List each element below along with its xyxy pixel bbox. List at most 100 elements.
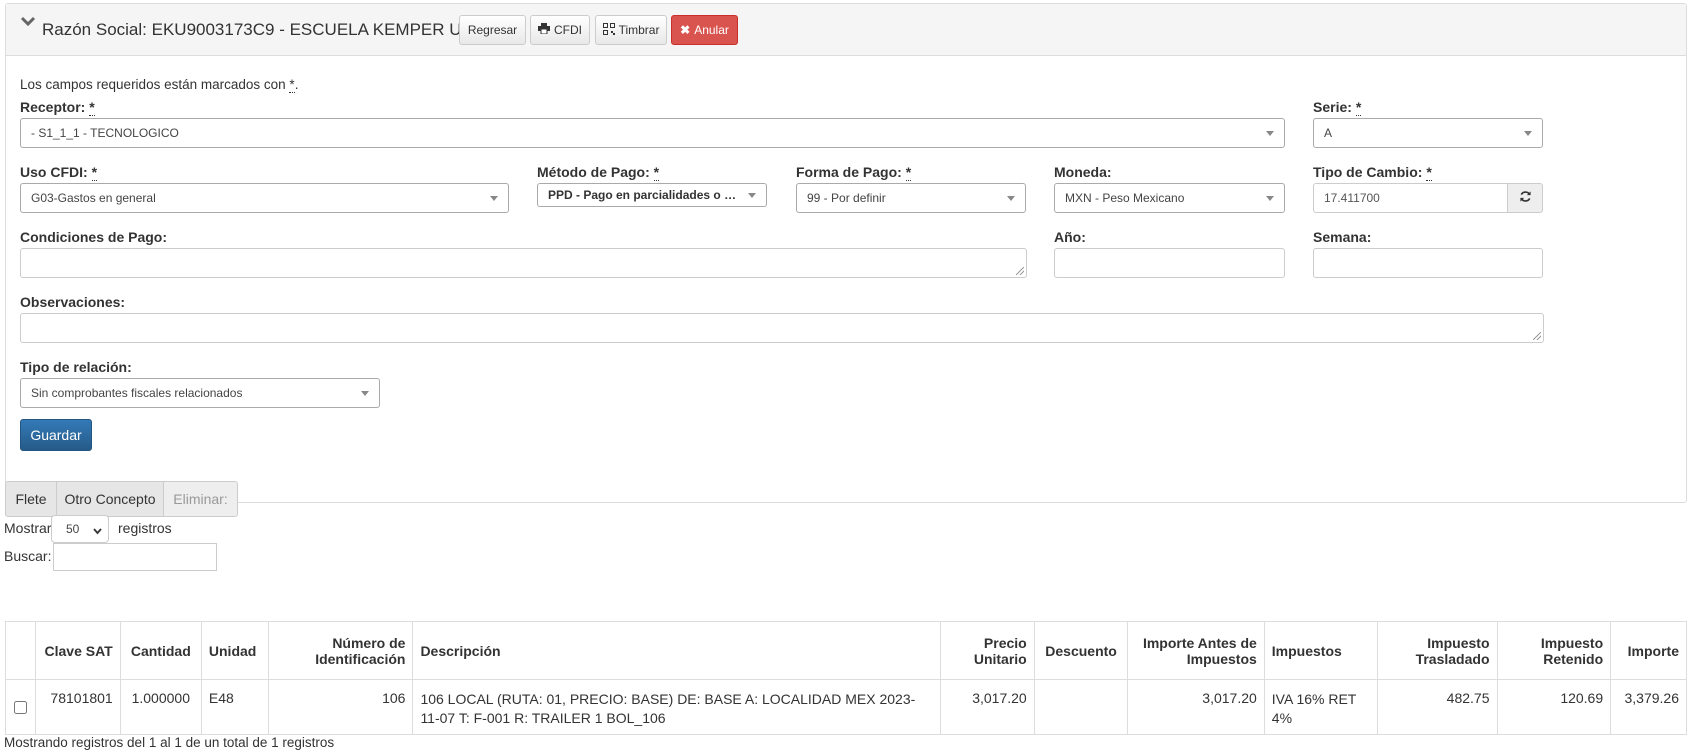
tipo-relacion-label: Tipo de relación:: [20, 359, 132, 375]
tipo-relacion-select[interactable]: Sin comprobantes fiscales relacionados: [20, 378, 380, 408]
table-row[interactable]: 78101801 1.000000 E48 106 106 LOCAL (RUT…: [5, 679, 1687, 735]
page-size-select[interactable]: 50: [51, 515, 109, 543]
print-icon: [538, 23, 550, 37]
receptor-label: Receptor: *: [20, 99, 95, 116]
cell-precio-unitario: 3,017.20: [940, 679, 1035, 735]
required-note-text: Los campos requeridos están marcados con: [20, 77, 286, 92]
tipo-cambio-input[interactable]: 17.411700: [1313, 183, 1508, 213]
timbrar-button[interactable]: Timbrar: [595, 15, 667, 45]
refresh-rate-button[interactable]: [1507, 183, 1543, 213]
panel-title: Razón Social: EKU9003173C9 - ESCUELA KEM…: [42, 20, 519, 39]
metodo-pago-value: PPD - Pago en parcialidades o diferido: [548, 188, 740, 202]
page-size-value: 50: [66, 522, 80, 536]
search-label: Buscar:: [4, 548, 52, 564]
uso-cfdi-value: G03-Gastos en general: [31, 191, 156, 205]
header-cantidad[interactable]: Cantidad: [120, 621, 202, 680]
cell-descuento: [1034, 679, 1129, 735]
anio-input[interactable]: [1054, 248, 1285, 278]
cell-importe: 3,379.26: [1610, 679, 1687, 735]
semana-input[interactable]: [1313, 248, 1543, 278]
show-suffix: registros: [118, 520, 172, 536]
chevron-down-icon[interactable]: [20, 16, 36, 30]
close-icon: ✖: [680, 23, 691, 37]
condiciones-pago-textarea[interactable]: [20, 248, 1027, 278]
header-impuesto-trasladado[interactable]: Impuesto Trasladado: [1377, 621, 1498, 680]
refresh-icon: [1519, 190, 1532, 206]
chevron-down-icon: [1266, 131, 1274, 136]
serie-select[interactable]: A: [1313, 118, 1543, 148]
forma-pago-value: 99 - Por definir: [807, 191, 886, 205]
cell-clave-sat: 78101801: [35, 679, 121, 735]
otro-concepto-button[interactable]: Otro Concepto: [56, 481, 164, 517]
metodo-pago-label: Método de Pago: *: [537, 164, 660, 181]
header-descuento[interactable]: Descuento: [1034, 621, 1129, 680]
condiciones-pago-label: Condiciones de Pago:: [20, 229, 168, 245]
header-unidad[interactable]: Unidad: [201, 621, 270, 680]
resize-handle[interactable]: [1016, 267, 1024, 275]
header-importe[interactable]: Importe: [1610, 621, 1687, 680]
resize-handle[interactable]: [1533, 332, 1541, 340]
metodo-pago-select[interactable]: PPD - Pago en parcialidades o diferido: [537, 183, 767, 207]
cell-impuesto-retenido: 120.69: [1497, 679, 1612, 735]
row-checkbox-cell: [5, 679, 37, 735]
save-label: Guardar: [30, 427, 82, 443]
chevron-down-icon: [1524, 131, 1532, 136]
cell-impuesto-trasladado: 482.75: [1377, 679, 1498, 735]
regresar-label: Regresar: [467, 23, 518, 37]
header-impuesto-retenido[interactable]: Impuesto Retenido: [1497, 621, 1612, 680]
save-button[interactable]: Guardar: [20, 419, 92, 451]
chevron-down-icon: [1266, 196, 1274, 201]
chevron-down-icon: [490, 196, 498, 201]
eliminar-button[interactable]: Eliminar:: [163, 481, 238, 517]
required-note: Los campos requeridos están marcados con…: [20, 77, 299, 93]
observaciones-textarea[interactable]: [20, 313, 1544, 343]
table-info: Mostrando registros del 1 al 1 de un tot…: [4, 735, 335, 750]
select-all-header: [5, 621, 37, 680]
receptor-select[interactable]: - S1_1_1 - TECNOLOGICO: [20, 118, 1285, 148]
qrcode-icon: [602, 22, 615, 38]
receptor-value: - S1_1_1 - TECNOLOGICO: [31, 126, 179, 140]
moneda-select[interactable]: MXN - Peso Mexicano: [1054, 183, 1285, 213]
forma-pago-select[interactable]: 99 - Por definir: [796, 183, 1026, 213]
concepts-table: Clave SAT Cantidad Unidad Número de Iden…: [5, 621, 1687, 735]
cell-unidad: E48: [201, 679, 270, 735]
table-header-row: Clave SAT Cantidad Unidad Número de Iden…: [5, 621, 1687, 680]
row-checkbox[interactable]: [14, 701, 28, 714]
forma-pago-label: Forma de Pago: *: [796, 164, 912, 181]
header-importe-antes[interactable]: Importe Antes de Impuestos: [1127, 621, 1265, 680]
moneda-label: Moneda:: [1054, 164, 1112, 180]
show-prefix: Mostrar: [4, 520, 52, 536]
header-descripcion[interactable]: Descripción: [412, 621, 941, 680]
tipo-cambio-label: Tipo de Cambio: *: [1313, 164, 1432, 181]
moneda-value: MXN - Peso Mexicano: [1065, 191, 1185, 205]
cfdi-button[interactable]: CFDI: [530, 15, 590, 45]
cfdi-label: CFDI: [554, 23, 582, 37]
tipo-cambio-value: 17.411700: [1324, 191, 1380, 205]
header-numero-identificacion[interactable]: Número de Identificación: [268, 621, 414, 680]
anular-button[interactable]: ✖ Anular: [671, 15, 738, 45]
cell-cantidad: 1.000000: [120, 679, 202, 735]
header-clave-sat[interactable]: Clave SAT: [35, 621, 121, 680]
flete-button[interactable]: Flete: [5, 481, 57, 517]
header-impuestos[interactable]: Impuestos: [1264, 621, 1379, 680]
semana-label: Semana:: [1313, 229, 1372, 245]
anio-label: Año:: [1054, 229, 1086, 245]
chevron-down-icon: [748, 193, 756, 198]
serie-label: Serie: *: [1313, 99, 1362, 116]
uso-cfdi-select[interactable]: G03-Gastos en general: [20, 183, 509, 213]
chevron-down-icon: [361, 391, 369, 396]
regresar-button[interactable]: Regresar: [459, 15, 526, 45]
panel-header: Razón Social: EKU9003173C9 - ESCUELA KEM…: [6, 4, 1686, 56]
timbrar-label: Timbrar: [618, 23, 660, 37]
header-precio-unitario[interactable]: Precio Unitario: [940, 621, 1035, 680]
observaciones-label: Observaciones:: [20, 294, 126, 310]
anular-label: Anular: [694, 23, 729, 37]
invoice-panel: Razón Social: EKU9003173C9 - ESCUELA KEM…: [5, 3, 1687, 503]
cell-numero-identificacion: 106: [268, 679, 414, 735]
cell-descripcion: 106 LOCAL (RUTA: 01, PRECIO: BASE) DE: B…: [412, 679, 941, 735]
serie-value: A: [1324, 126, 1333, 140]
search-input[interactable]: [53, 543, 217, 571]
tipo-relacion-value: Sin comprobantes fiscales relacionados: [31, 386, 243, 400]
chevron-down-icon: [93, 524, 102, 538]
cell-importe-antes: 3,017.20: [1127, 679, 1265, 735]
